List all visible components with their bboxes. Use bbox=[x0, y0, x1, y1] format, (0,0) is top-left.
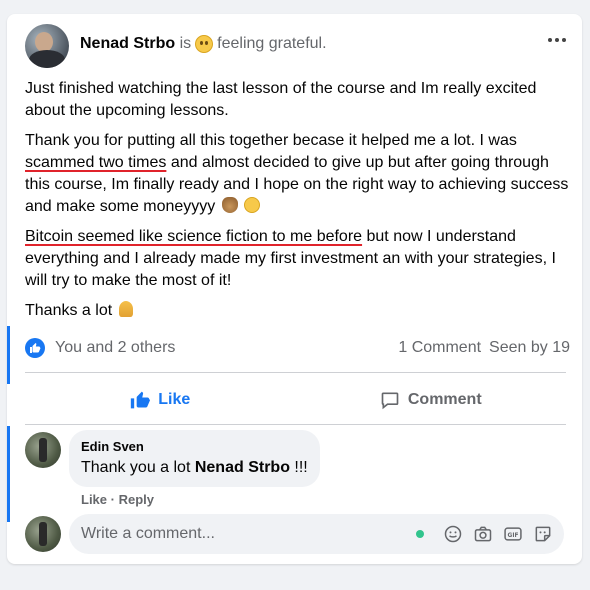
like-button-label: Like bbox=[158, 391, 191, 408]
mention-link[interactable]: Nenad Strbo bbox=[195, 459, 290, 476]
focus-indicator bbox=[7, 326, 10, 384]
gif-icon[interactable]: GIF bbox=[502, 523, 524, 545]
post-paragraph: Thanks a lot bbox=[25, 300, 570, 322]
comment-button[interactable]: Comment bbox=[296, 380, 567, 420]
post-paragraph: Bitcoin seemed like science fiction to m… bbox=[25, 226, 570, 292]
post-text-p2a: Thank you for putting all this together … bbox=[25, 132, 517, 149]
comment-bubble: Edin Sven Thank you a lot Nenad Strbo !!… bbox=[69, 430, 320, 487]
comments-count[interactable]: 1 Comment bbox=[398, 339, 481, 357]
folded-hands-emoji bbox=[118, 301, 133, 317]
comment-item: Edin Sven Thank you a lot Nenad Strbo !!… bbox=[25, 430, 566, 510]
post-text-p1: Just finished watching the last lesson o… bbox=[25, 80, 537, 119]
post-actions: Like Comment bbox=[25, 380, 566, 420]
post-card: Nenad Strbo is feeling grateful. Just fi… bbox=[7, 14, 582, 564]
post-text-p4: Thanks a lot bbox=[25, 302, 113, 319]
comment-input[interactable] bbox=[81, 525, 416, 543]
underlined-text-scammed: scammed two times bbox=[25, 154, 167, 171]
post-header-text: Nenad Strbo is feeling grateful. bbox=[80, 35, 327, 53]
grinning-emoji bbox=[244, 197, 261, 213]
comment-meta: Like · Reply bbox=[81, 492, 154, 507]
comment-text: Thank you a lot Nenad Strbo !!! bbox=[81, 459, 308, 476]
comment-reply-link[interactable]: Reply bbox=[119, 492, 154, 507]
sticker-icon[interactable] bbox=[532, 523, 554, 545]
meta-separator: · bbox=[107, 492, 119, 507]
feeling-text[interactable]: feeling grateful. bbox=[217, 35, 326, 53]
like-reaction-icon[interactable] bbox=[25, 338, 45, 358]
post-paragraph: Thank you for putting all this together … bbox=[25, 130, 570, 218]
emoji-icon[interactable] bbox=[442, 523, 464, 545]
post-paragraph: Just finished watching the last lesson o… bbox=[25, 78, 570, 122]
actions-divider bbox=[25, 424, 566, 425]
stats-divider bbox=[25, 372, 566, 373]
online-status-dot bbox=[416, 530, 424, 538]
author-avatar[interactable] bbox=[25, 24, 69, 68]
commenter-avatar[interactable] bbox=[25, 432, 61, 468]
is-word: is bbox=[179, 35, 192, 52]
more-options-button[interactable] bbox=[542, 30, 572, 50]
comment-like-link[interactable]: Like bbox=[81, 492, 107, 507]
current-user-avatar[interactable] bbox=[25, 516, 61, 552]
money-bag-emoji bbox=[221, 197, 238, 213]
underlined-text-bitcoin: Bitcoin seemed like science fiction to m… bbox=[25, 228, 363, 245]
svg-text:GIF: GIF bbox=[508, 533, 519, 539]
post-stats: You and 2 others 1 Comment Seen by 19 bbox=[25, 334, 570, 362]
comment-focus-indicator bbox=[7, 426, 10, 522]
commenter-name[interactable]: Edin Sven bbox=[81, 438, 308, 456]
post-body: Just finished watching the last lesson o… bbox=[25, 78, 570, 330]
camera-icon[interactable] bbox=[472, 523, 494, 545]
seen-count[interactable]: Seen by 19 bbox=[489, 339, 570, 357]
thumbs-up-icon bbox=[131, 391, 151, 409]
post-header: Nenad Strbo is feeling grateful. bbox=[25, 24, 568, 68]
feeling-grateful-emoji bbox=[195, 35, 214, 53]
comment-icon bbox=[381, 392, 399, 410]
comment-input-box: GIF bbox=[69, 514, 564, 554]
comment-composer: GIF bbox=[25, 512, 566, 556]
comment-button-label: Comment bbox=[407, 391, 482, 408]
like-button[interactable]: Like bbox=[25, 380, 296, 420]
author-name[interactable]: Nenad Strbo bbox=[80, 35, 175, 53]
reactions-count[interactable]: You and 2 others bbox=[55, 339, 175, 357]
